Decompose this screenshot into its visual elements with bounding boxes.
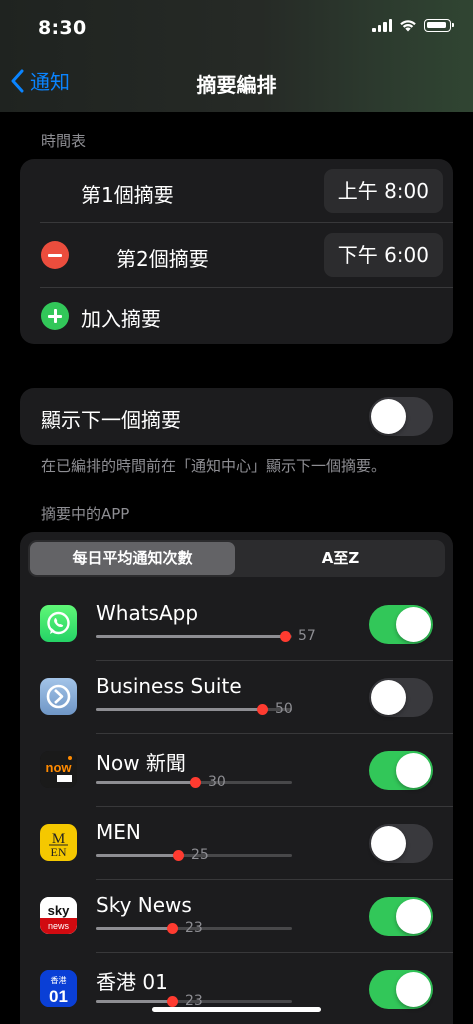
notification-count: 30 [208,774,226,790]
summary-1-time-picker[interactable]: 上午 8:00 [323,169,443,213]
next-summary-card: 顯示下一個摘要 [20,388,453,445]
next-summary-label: 顯示下一個摘要 [41,408,181,432]
frequency-dot [280,631,291,642]
svg-text:01: 01 [49,987,68,1006]
frequency-dot [190,777,201,788]
notification-count: 57 [298,628,316,644]
svg-text:香港: 香港 [51,975,67,985]
add-summary-row[interactable]: 加入摘要 [20,288,453,344]
frequency-dot [257,704,268,715]
frequency-dot [173,850,184,861]
sort-segmented-control: 每日平均通知次數 A至Z [28,540,445,577]
app-toggle[interactable] [369,897,433,936]
notification-count: 25 [191,847,209,863]
apps-header: 摘要中的APP [41,505,130,523]
segment-daily-average[interactable]: 每日平均通知次數 [30,542,235,575]
svg-text:EN: EN [51,845,67,859]
app-name: Sky News [96,893,192,917]
status-icons [372,19,454,32]
add-summary-label[interactable]: 加入摘要 [81,303,161,332]
schedule-header: 時間表 [41,132,87,150]
status-time: 8:30 [38,17,87,39]
cellular-signal-icon [372,19,392,32]
screen: 8:30 通知 摘要編排 時間表 第1個摘要 上午 8:00 第2個摘要 下午 … [0,0,473,1024]
app-name: MEN [96,820,141,844]
add-summary-icon[interactable] [41,302,69,330]
notification-count: 50 [275,701,293,717]
app-toggle[interactable] [369,824,433,863]
summary-row-1: 第1個摘要 上午 8:00 [20,159,453,223]
frequency-dot [167,996,178,1007]
wifi-icon [400,20,416,32]
sky-news-icon: sky news [40,897,77,934]
schedule-card: 第1個摘要 上午 8:00 第2個摘要 下午 6:00 加入摘要 [20,159,453,344]
svg-text:sky: sky [48,903,70,918]
next-summary-toggle[interactable] [369,397,433,436]
business-suite-icon [40,678,77,715]
app-toggle[interactable] [369,970,433,1009]
next-summary-footer: 在已編排的時間前在「通知中心」顯示下一個摘要。 [41,457,387,475]
svg-text:news: news [48,921,70,931]
page-title: 摘要編排 [196,73,277,97]
app-name: WhatsApp [96,601,199,625]
summary-2-time-picker[interactable]: 下午 6:00 [323,233,443,277]
whatsapp-icon [40,605,77,642]
app-toggle[interactable] [369,605,433,644]
toggle-knob [371,399,406,434]
men-icon: M EN [40,824,77,861]
notification-count: 23 [185,920,203,936]
app-toggle[interactable] [369,751,433,790]
frequency-bar [96,704,292,715]
summary-1-label: 第1個摘要 [81,183,174,207]
segment-a-to-z[interactable]: A至Z [238,542,443,575]
now-news-icon: now [40,751,77,788]
summary-row-2: 第2個摘要 下午 6:00 [20,223,453,287]
divider [96,879,453,880]
divider [96,733,453,734]
divider [96,952,453,953]
header-area: 8:30 通知 摘要編排 [0,0,473,112]
divider [96,660,453,661]
battery-icon [424,19,454,32]
summary-2-label: 第2個摘要 [116,247,209,271]
app-name: Now 新聞 [96,751,186,775]
app-toggle[interactable] [369,678,433,717]
hk01-icon: 香港 01 [40,970,77,1007]
remove-summary-icon[interactable] [41,241,69,269]
frequency-dot [167,923,178,934]
svg-text:now: now [46,760,73,775]
app-name: Business Suite [96,674,242,698]
frequency-bar [96,631,292,642]
home-indicator[interactable] [152,1007,321,1012]
app-name: 香港 01 [96,970,168,994]
frequency-bar [96,777,292,788]
divider [96,806,453,807]
apps-card: 每日平均通知次數 A至Z WhatsApp 57 Business Suite … [20,532,453,1024]
